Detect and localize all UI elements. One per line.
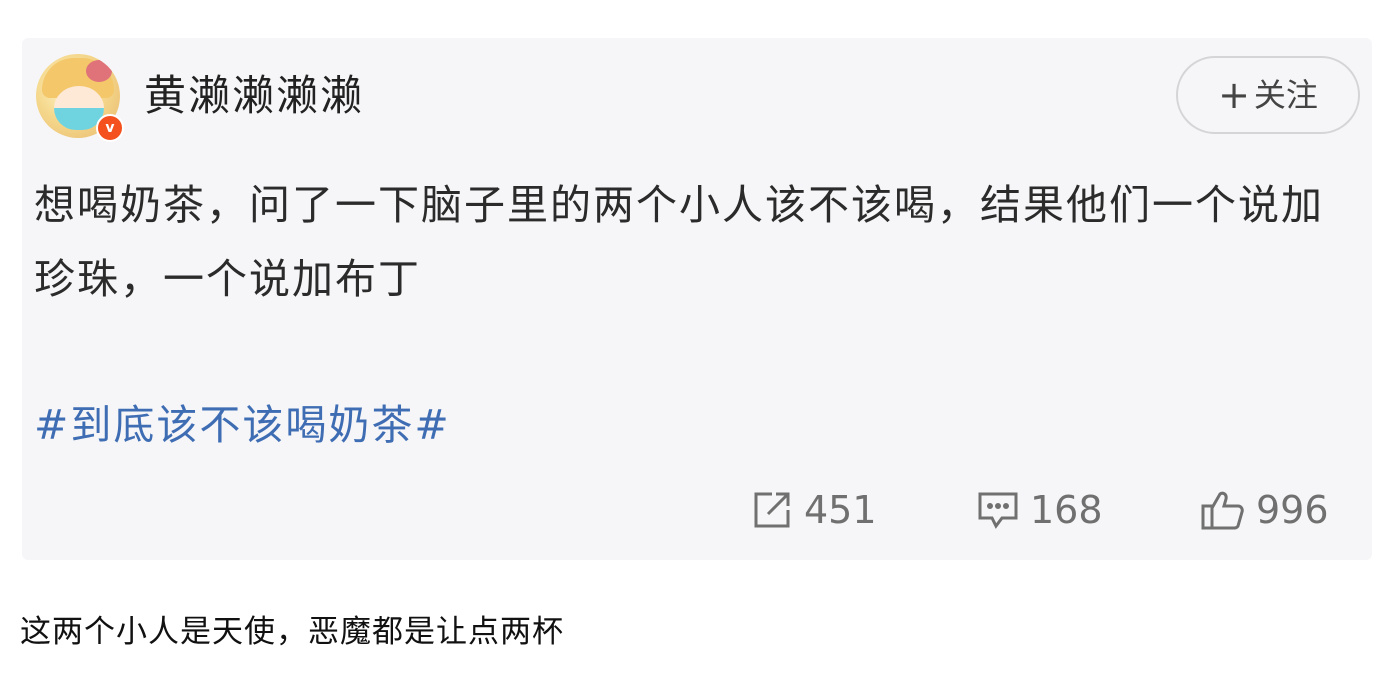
avatar-bow	[86, 60, 112, 82]
weibo-post-card: v 黄濑濑濑濑 + 关注 想喝奶茶，问了一下脑子里的两个小人该不该喝，结果他们一个…	[22, 38, 1372, 560]
follow-label: 关注	[1253, 76, 1318, 114]
share-button[interactable]: 451	[750, 484, 877, 536]
caption-text: 这两个小人是天使，恶魔都是让点两杯	[20, 614, 564, 650]
share-count: 451	[804, 488, 877, 532]
comment-count: 168	[1030, 488, 1103, 532]
follow-button[interactable]: + 关注	[1176, 56, 1360, 134]
action-bar: 451 168 996	[22, 484, 1372, 536]
comment-icon	[978, 492, 1018, 529]
like-count: 996	[1256, 488, 1329, 532]
author-name[interactable]: 黄濑濑濑濑	[144, 66, 364, 126]
like-button[interactable]: 996	[1200, 484, 1329, 536]
plus-icon: +	[1218, 73, 1250, 117]
thumbs-up-icon	[1201, 491, 1244, 530]
verified-v-icon: v	[96, 114, 124, 142]
page: v 黄濑濑濑濑 + 关注 想喝奶茶，问了一下脑子里的两个小人该不该喝，结果他们一个…	[0, 0, 1390, 700]
share-icon	[754, 492, 790, 528]
post-text: 想喝奶茶，问了一下脑子里的两个小人该不该喝，结果他们一个说加珍珠，一个说加布丁	[34, 181, 1324, 303]
hashtag-link[interactable]: #到底该不该喝奶茶#	[34, 388, 451, 462]
comment-button[interactable]: 168	[976, 484, 1103, 536]
